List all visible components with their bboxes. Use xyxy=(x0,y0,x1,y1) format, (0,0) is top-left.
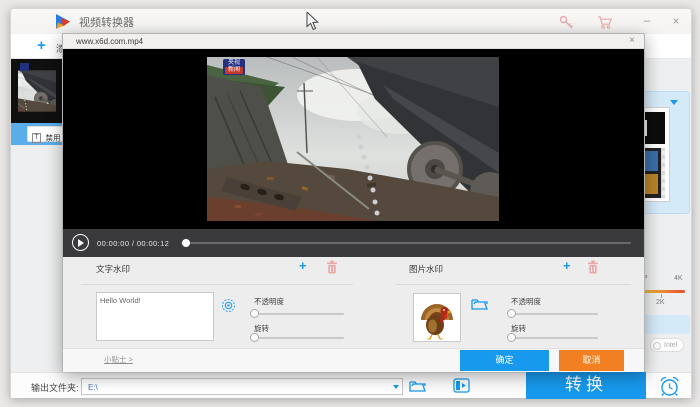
image-opacity-label: 不透明度 xyxy=(511,296,541,307)
output-folder-label: 输出文件夹: xyxy=(31,381,79,394)
close-button[interactable]: × xyxy=(666,12,686,30)
browse-image-folder-icon[interactable] xyxy=(471,297,489,311)
mouse-cursor xyxy=(306,12,320,32)
dialog-title-bar: www.x6d.com.mp4 × xyxy=(63,34,644,49)
image-rotate-handle[interactable] xyxy=(507,333,516,342)
seek-bar[interactable] xyxy=(181,242,631,244)
screen: 视频转换器 – × + 添加 xyxy=(0,0,700,407)
app-logo-icon xyxy=(54,14,72,29)
store-cart-icon[interactable] xyxy=(597,15,613,30)
bottom-bar: 输出文件夹: E:\ 转换 xyxy=(11,372,691,398)
cctv-logo-line2: 新闻 xyxy=(225,67,243,74)
schedule-alarm-icon[interactable] xyxy=(658,376,681,397)
combobox-arrow-icon[interactable] xyxy=(393,385,399,389)
image-opacity-slider[interactable] xyxy=(511,313,598,315)
output-path-combobox[interactable]: E:\ xyxy=(81,378,403,395)
watermark-text-input[interactable]: Hello World! xyxy=(96,292,214,341)
player-controls: 00:00:00 / 00:00:12 xyxy=(63,229,644,257)
register-key-icon[interactable] xyxy=(559,15,574,30)
cancel-button[interactable]: 取消 xyxy=(559,350,624,371)
image-watermark-add-button[interactable]: + xyxy=(563,258,571,273)
playback-time: 00:00:00 / 00:00:12 xyxy=(97,239,169,248)
quality-tick xyxy=(661,294,662,298)
play-icon xyxy=(78,239,84,247)
play-button[interactable] xyxy=(72,234,89,251)
video-frame xyxy=(207,57,499,221)
text-opacity-handle[interactable] xyxy=(250,309,259,318)
divider xyxy=(81,284,353,285)
video-preview[interactable]: 央视 新闻 xyxy=(63,49,644,229)
resolution-right-label: 4K xyxy=(674,275,683,282)
intel-label: Intel xyxy=(664,342,677,349)
text-watermark-header: 文字水印 xyxy=(96,263,130,275)
text-tool-label: 禁用 xyxy=(45,133,60,142)
tips-link[interactable]: 小贴士 > xyxy=(104,354,133,365)
text-opacity-label: 不透明度 xyxy=(254,296,284,307)
intel-logo-icon xyxy=(653,342,661,350)
watermark-dialog: www.x6d.com.mp4 × 央视 新闻 00:00:00 / 00:00… xyxy=(62,33,645,372)
minimize-button[interactable]: – xyxy=(637,11,657,29)
title-bar: 视频转换器 – × xyxy=(11,9,691,34)
text-watermark-delete-icon[interactable] xyxy=(326,260,338,274)
watermark-image-preview xyxy=(413,293,461,342)
image-rotate-slider[interactable] xyxy=(511,337,598,339)
cctv-logo-line1: 央视 xyxy=(225,60,243,67)
add-file-icon[interactable]: + xyxy=(37,37,46,54)
thumbnail-logo xyxy=(20,63,29,71)
text-disable-chip[interactable]: T 禁用 xyxy=(27,126,63,142)
convert-button[interactable]: 转换 xyxy=(526,372,646,399)
open-folder-icon[interactable] xyxy=(409,379,427,393)
preview-folder-icon[interactable] xyxy=(453,378,471,393)
text-opacity-slider[interactable] xyxy=(254,313,344,315)
image-opacity-handle[interactable] xyxy=(507,309,516,318)
dialog-footer xyxy=(63,348,644,372)
text-rotate-slider[interactable] xyxy=(254,337,344,339)
image-watermark-header: 图片水印 xyxy=(409,263,443,275)
seek-handle[interactable] xyxy=(182,239,190,247)
turkey-image xyxy=(417,296,457,340)
text-tool-icon: T xyxy=(32,133,41,143)
output-path-value: E:\ xyxy=(88,383,98,392)
image-watermark-delete-icon[interactable] xyxy=(587,260,599,274)
cctv-news-logo: 央视 新闻 xyxy=(223,59,245,75)
text-tool-row[interactable]: T 禁用 xyxy=(11,123,63,145)
image-rotate-label: 旋转 xyxy=(511,323,526,334)
app-title: 视频转换器 xyxy=(79,14,134,30)
text-watermark-add-button[interactable]: + xyxy=(299,258,307,273)
divider xyxy=(396,284,631,285)
position-target-icon[interactable] xyxy=(221,298,236,313)
clip-thumbnail[interactable] xyxy=(11,59,63,123)
text-rotate-handle[interactable] xyxy=(250,333,259,342)
text-rotate-label: 旋转 xyxy=(254,323,269,334)
dialog-close-icon[interactable]: × xyxy=(625,35,639,47)
dialog-title: www.x6d.com.mp4 xyxy=(76,37,143,46)
confirm-button[interactable]: 确定 xyxy=(460,350,549,371)
resolution-mid-label: 2K xyxy=(656,299,665,306)
format-dropdown-icon[interactable] xyxy=(670,100,678,105)
intel-badge: Intel xyxy=(650,338,684,352)
